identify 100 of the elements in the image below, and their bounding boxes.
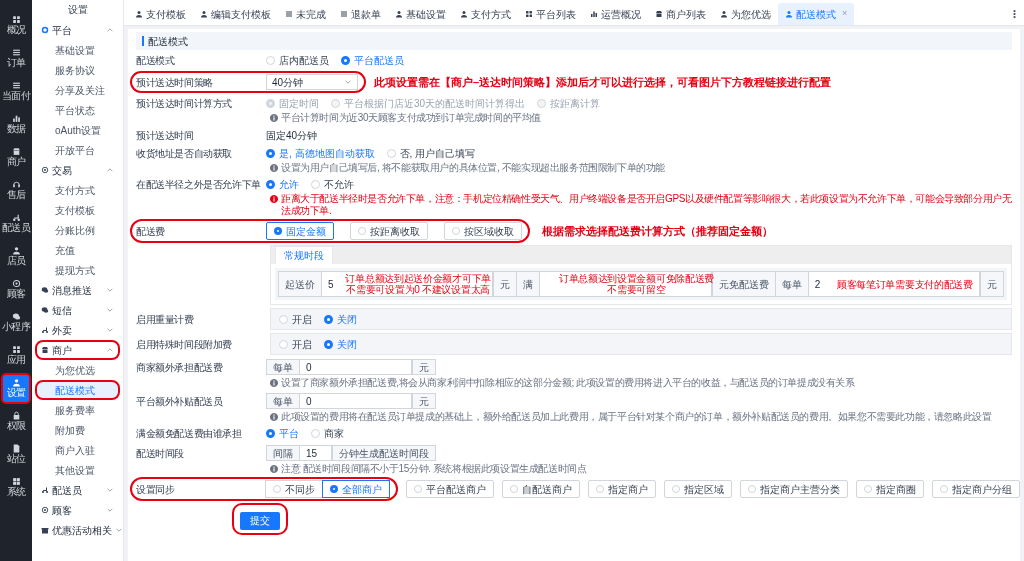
sidebar-item[interactable]: 分账比例 [35,220,120,240]
radio-option[interactable]: 平台 [266,426,299,441]
sidebar-group[interactable]: 交易 [35,160,120,180]
radio-button[interactable]: 不同步 [265,480,323,498]
sidebar-item[interactable]: 分享及关注 [35,80,120,100]
sidebar-group[interactable]: 消息推送 [35,280,120,300]
sidebar-item[interactable]: 开放平台 [35,140,120,160]
nav-rail-item[interactable]: 应用 [1,340,31,371]
radio-option[interactable]: 开启 [279,336,312,352]
sidebar-item[interactable]: 服务费率 [35,400,120,420]
sidebar-group[interactable]: 短信 [35,300,120,320]
radio-option[interactable]: 店内配送员 [266,53,329,68]
radio-button[interactable]: 按区域收取 [444,222,522,240]
nav-rail-item[interactable]: 售后 [1,175,31,206]
sidebar-item[interactable]: 其他设置 [35,460,120,480]
nav-rail-item[interactable]: 订单 [1,43,31,74]
radio-option[interactable]: 商家 [311,426,344,441]
radio-button[interactable]: 平台配送商户 [406,480,494,498]
hint-text: 设置为用户自己填写后, 将不能获取用户的具体位置, 不能实现超出服务范围限制下单的功能 [281,162,665,174]
tab[interactable]: 基础设置 [388,3,453,25]
radio-button[interactable]: 全部商户 [322,480,390,498]
input-field[interactable]: 15 [299,445,332,461]
sidebar-item[interactable]: 商户入驻 [35,440,120,460]
input-addon: 元 [412,359,436,375]
annotation-text: 不需要可设置为0 不建议设置太高 [346,284,490,295]
nav-rail-item[interactable]: 数据 [1,109,31,140]
nav-rail-item[interactable]: 站位 [1,439,31,470]
radio-option[interactable]: 允许 [266,177,299,192]
nav-rail-item[interactable]: 系统 [1,472,31,503]
hint-text: 此项设置的费用将在配送员订单提成的基础上，额外给配送员加上此费用，属于平台针对某个商户的订单，额外补贴配送员的费用。如果您不需要此功能，请忽略此设置 [281,411,992,423]
sidebar-group[interactable]: 商户 [35,340,120,360]
radio-button[interactable]: 自配送商户 [502,480,580,498]
ring-icon [11,279,21,288]
sidebar-item[interactable]: 为您优选 [35,360,120,380]
sidebar-item[interactable]: 支付模板 [35,200,120,220]
nav-rail-item[interactable]: 配送员 [1,208,31,239]
sidebar-group[interactable]: 平台 [35,20,120,40]
tab[interactable]: 编辑支付模板 [193,3,278,25]
radio-option[interactable]: 关闭 [324,311,357,327]
nav-rail-item[interactable]: 小程序 [1,307,31,338]
sidebar-item[interactable]: 支付方式 [35,180,120,200]
input-field[interactable] [539,271,712,297]
field-label: 启用重量计费 [136,312,195,327]
bar-chart-icon [590,10,598,18]
nav-rail-item[interactable]: 店员 [1,241,31,272]
chevron-down-icon [106,306,114,314]
submit-button[interactable]: 提交 [240,511,280,530]
nav-rail-item[interactable]: 顾客 [1,274,31,305]
radio-option[interactable]: 开启 [279,311,312,327]
sidebar-item[interactable]: 充值 [35,240,120,260]
sidebar-item[interactable]: 提现方式 [35,260,120,280]
sidebar-item[interactable]: 配送模式 [35,380,120,400]
tab[interactable]: 支付模板 [128,3,193,25]
document-icon [11,444,21,453]
input-addon: 元 [412,393,436,409]
radio-option[interactable]: 平台配送员 [341,53,404,68]
tab[interactable]: 商户列表 [648,3,713,25]
nav-rail-item[interactable]: 商户 [1,142,31,173]
sidebar-item[interactable]: 附加费 [35,420,120,440]
sidebar-group[interactable]: 配送员 [35,480,120,500]
radio-option[interactable]: 否, 用户自己填写 [386,146,476,161]
person-icon [720,10,728,18]
radio-button[interactable]: 指定商户主营分类 [740,480,848,498]
tab[interactable]: 平台列表 [518,3,583,25]
sidebar-group[interactable]: 顾客 [35,500,120,520]
sidebar-group[interactable]: 外卖 [35,320,120,340]
radio-button[interactable]: 指定商圈 [856,480,924,498]
radio-button[interactable]: 指定商户 [588,480,656,498]
more-icon[interactable] [1013,9,1016,19]
sidebar-item[interactable]: oAuth设置 [35,120,120,140]
hint-text: 设置了商家额外承担配送费,将会从商家利润中扣除相应的这部分金额; 此项设置的费用将进入平台的收益，与配送员的订单提成没有关系 [281,377,855,389]
tab[interactable]: 为您优选 [713,3,778,25]
nav-rail-item[interactable]: 概况 [1,10,31,41]
person-icon [200,10,208,18]
field-label: 配送模式 [136,54,176,68]
input-field[interactable]: 0 [299,359,412,375]
radio-button[interactable]: 指定区域 [664,480,732,498]
tab[interactable]: 常规时段 [275,246,333,264]
nav-rail-item[interactable]: 设置 [1,373,31,404]
nav-rail-item[interactable]: 权限 [1,406,31,437]
radio-option[interactable]: 不允许 [311,177,354,192]
tab[interactable]: 退款单 [333,3,388,25]
input-addon: 元 [493,271,518,297]
radio-button[interactable]: 固定金额 [266,222,334,240]
tab[interactable]: 未完成 [278,3,333,25]
sidebar-item[interactable]: 服务协议 [35,60,120,80]
sidebar-group[interactable]: 优惠活动相关 [35,520,120,540]
sidebar-item[interactable]: 平台状态 [35,100,120,120]
tab[interactable]: 运营概况 [583,3,648,25]
radio-button[interactable]: 指定商户分组 [932,480,1020,498]
select-field[interactable]: 40分钟 [266,74,358,90]
nav-rail-item[interactable]: 当面付 [1,76,31,107]
radio-option[interactable]: 关闭 [324,336,357,352]
radio-option[interactable]: 是, 高德地图自动获取 [266,146,375,161]
tab[interactable]: 配送模式 × [778,3,855,25]
tab[interactable]: 支付方式 [453,3,518,25]
sidebar-item[interactable]: 基础设置 [35,40,120,60]
input-field[interactable]: 0 [299,393,412,409]
field-label: 预计送达时间策略 [136,75,214,90]
radio-button[interactable]: 按距离收取 [350,222,428,240]
